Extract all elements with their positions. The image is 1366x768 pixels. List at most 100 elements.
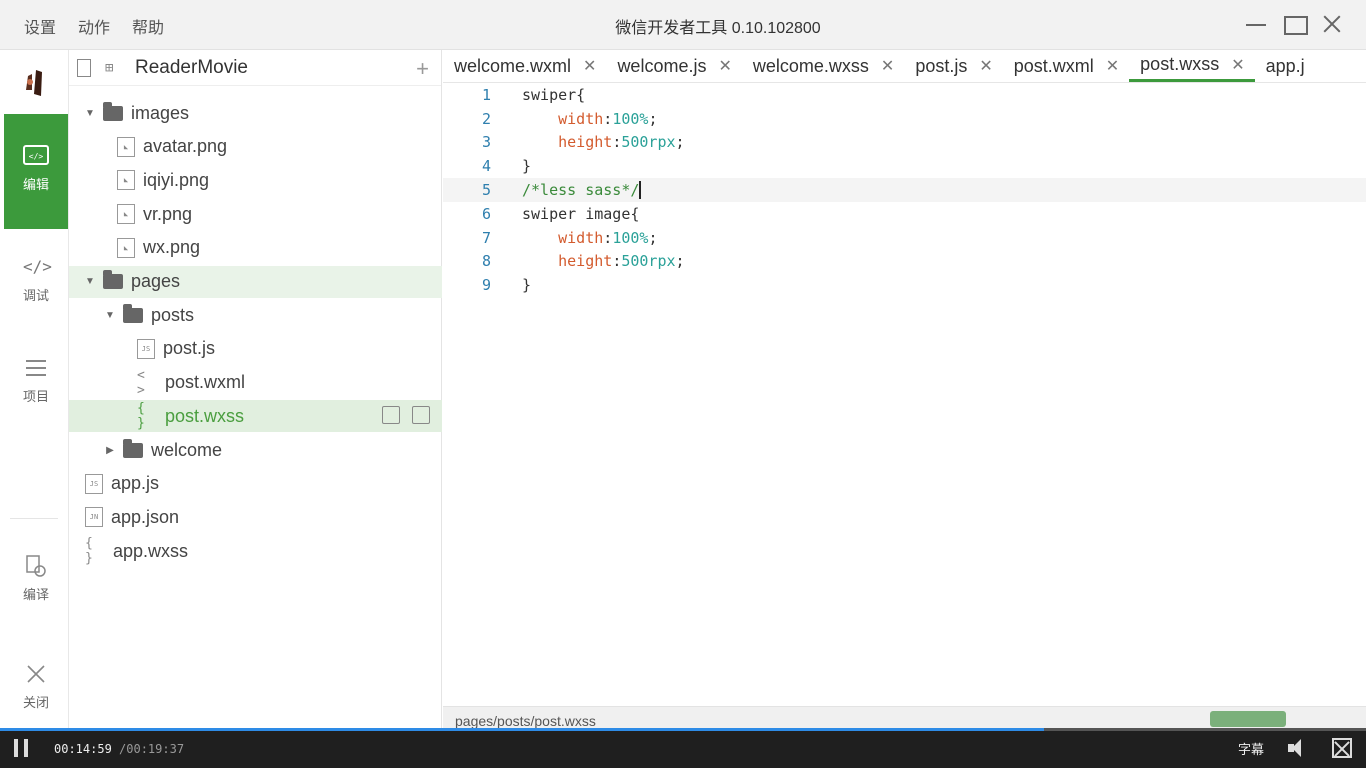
tab-label: welcome.wxml <box>454 55 572 76</box>
image-file-icon: ◣ <box>117 204 135 225</box>
tab-label: welcome.js <box>617 55 707 76</box>
window-controls <box>1244 12 1344 36</box>
file-vr-png[interactable]: ◣ vr.png <box>69 198 442 230</box>
tab-label: app.j <box>1265 55 1305 76</box>
tab-label: post.js <box>915 55 968 76</box>
title-bar: 设置 动作 帮助 微信开发者工具 0.10.102800 <box>0 0 1366 50</box>
add-file-icon[interactable]: + <box>416 56 429 82</box>
tab-close-icon[interactable]: ✕ <box>583 56 596 76</box>
user-avatar[interactable] <box>14 62 54 102</box>
progress-track[interactable] <box>0 728 1366 731</box>
line-number: 5 <box>481 181 491 200</box>
rail-divider <box>10 518 58 519</box>
file-post-js[interactable]: JS post.js <box>69 333 442 365</box>
delete-icon[interactable] <box>412 406 430 425</box>
subtitle-button[interactable]: 字幕 <box>1238 739 1264 758</box>
tab-post-js[interactable]: post.js ✕ <box>904 50 1002 82</box>
tab-close-icon[interactable]: ✕ <box>881 56 894 76</box>
caret-down-icon[interactable]: ▼ <box>83 108 97 119</box>
compile-icon <box>23 554 49 578</box>
list-icon <box>23 356 49 380</box>
tab-label: welcome.wxss <box>752 55 869 76</box>
tab-label: post.wxss <box>1140 54 1220 74</box>
total-time: /00:19:37 <box>119 742 185 756</box>
tree-item-label: post.js <box>163 338 216 359</box>
tab-close-icon[interactable]: ✕ <box>718 56 731 76</box>
line-number: 7 <box>481 228 491 247</box>
tab-close-icon[interactable]: ✕ <box>1231 55 1244 75</box>
tab-close-icon[interactable]: ✕ <box>979 56 992 76</box>
folder-pages[interactable]: ▼ pages <box>69 265 442 298</box>
caret-down-icon[interactable]: ▼ <box>83 276 97 287</box>
close-window-icon[interactable] <box>1320 12 1344 36</box>
status-bar: pages/posts/post.wxss <box>443 706 1366 728</box>
svg-text:</>: </> <box>29 152 44 161</box>
code-line[interactable]: 3 height:500rpx; <box>443 131 1366 155</box>
file-app-wxss[interactable]: { } app.wxss <box>69 535 442 567</box>
code-line[interactable]: 4} <box>443 154 1366 178</box>
volume-icon[interactable] <box>1286 738 1310 758</box>
tree-item-label: avatar.png <box>143 136 228 157</box>
tree-icon[interactable]: ⊞ <box>105 59 121 77</box>
caret-right-icon[interactable]: ▶ <box>103 445 117 456</box>
code-text: } <box>522 157 532 176</box>
code-line[interactable]: 7 width:100%; <box>443 226 1366 250</box>
close-icon <box>23 662 49 686</box>
tab-welcome-wxml[interactable]: welcome.wxml ✕ <box>443 50 606 82</box>
exit-fullscreen-icon[interactable] <box>1332 738 1352 758</box>
edit-icon[interactable] <box>382 406 400 425</box>
rail-item-edit[interactable]: </> 编辑 <box>4 114 68 229</box>
devtools-window: 设置 动作 帮助 微信开发者工具 0.10.102800 </> 编辑 </> … <box>0 0 1366 728</box>
css-value: 100% <box>612 109 649 128</box>
player-controls: 字幕 <box>1238 738 1352 758</box>
caret-down-icon[interactable]: ▼ <box>103 310 117 321</box>
code-line[interactable]: 2 width:100%; <box>443 107 1366 131</box>
code-text: swiper image{ <box>522 204 640 223</box>
file-app-json[interactable]: JN app.json <box>69 501 442 533</box>
rail-label-close: 关闭 <box>22 695 49 710</box>
file-avatar-png[interactable]: ◣ avatar.png <box>69 131 442 163</box>
tab-post-wxss[interactable]: post.wxss ✕ <box>1129 50 1255 82</box>
window-title: 微信开发者工具 0.10.102800 <box>615 20 821 37</box>
time-display: 00:14:59 /00:19:37 <box>54 742 184 756</box>
minimize-icon[interactable] <box>1244 12 1268 36</box>
folder-icon <box>103 270 123 289</box>
code-line[interactable]: 6 swiper image{ <box>443 202 1366 226</box>
file-wx-png[interactable]: ◣ wx.png <box>69 232 442 264</box>
code-line[interactable]: 1 swiper{ <box>443 83 1366 107</box>
file-path: pages/posts/post.wxss <box>455 713 596 728</box>
rail-item-close[interactable]: 关闭 <box>4 662 68 711</box>
tab-welcome-js[interactable]: welcome.js ✕ <box>606 50 741 82</box>
code-area[interactable]: 1 swiper{2 width:100%; 3 height:500rpx; 4} 5… <box>443 83 1366 297</box>
file-iqiyi-png[interactable]: ◣ iqiyi.png <box>69 164 442 196</box>
rail-item-compile[interactable]: 编译 <box>4 554 68 603</box>
css-property: height <box>558 252 613 271</box>
tab-app-j[interactable]: app.j <box>1255 50 1315 82</box>
rail-item-debug[interactable]: </> 调试 <box>4 255 68 304</box>
line-number: 1 <box>481 85 491 104</box>
folder-icon <box>123 303 143 323</box>
angle-brackets-icon: < > <box>137 367 145 398</box>
file-post-wxml[interactable]: < > post.wxml <box>69 367 442 399</box>
tree-item-label: welcome <box>151 439 223 460</box>
rail-item-project[interactable]: 项目 <box>4 356 68 405</box>
folder-posts[interactable]: ▼ posts <box>69 299 442 331</box>
css-value: 100% <box>612 228 649 247</box>
pause-icon[interactable] <box>14 739 28 757</box>
code-text: height:500rpx; <box>558 133 685 152</box>
rail-label-debug: 调试 <box>22 288 49 303</box>
folder-welcome[interactable]: ▶ welcome <box>69 434 442 466</box>
phone-icon[interactable] <box>77 58 91 77</box>
editor-tabs: welcome.wxml ✕ welcome.js ✕ welcome.wxss ✕ pos… <box>443 50 1366 83</box>
tab-close-icon[interactable]: ✕ <box>1106 56 1119 76</box>
folder-images[interactable]: ▼ images <box>69 97 442 129</box>
tab-post-wxml[interactable]: post.wxml ✕ <box>1003 50 1129 82</box>
code-line[interactable]: 9} <box>443 273 1366 297</box>
maximize-icon[interactable] <box>1282 12 1308 36</box>
code-line[interactable]: 5 /*less sass*/ <box>443 178 1366 202</box>
file-post-wxss[interactable]: { } post.wxss <box>69 400 442 433</box>
tab-welcome-wxss[interactable]: welcome.wxss ✕ <box>742 50 904 82</box>
file-app-js[interactable]: JS app.js <box>69 468 442 500</box>
code-window-icon: </> <box>23 144 49 168</box>
code-line[interactable]: 8 height:500rpx; <box>443 250 1366 274</box>
